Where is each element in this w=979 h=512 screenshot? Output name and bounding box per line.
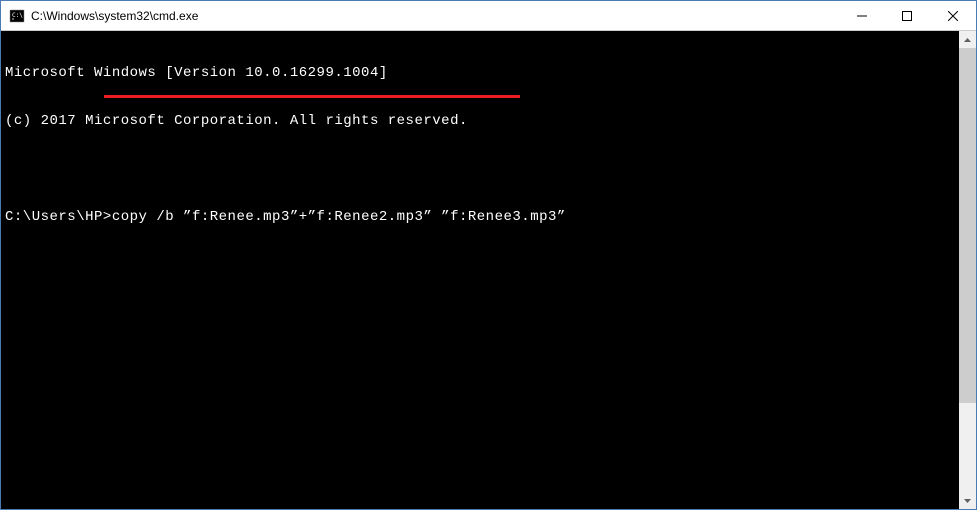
minimize-button[interactable] — [839, 1, 884, 30]
cmd-icon: C:\ — [9, 8, 25, 24]
terminal-area: Microsoft Windows [Version 10.0.16299.10… — [1, 31, 976, 509]
terminal[interactable]: Microsoft Windows [Version 10.0.16299.10… — [1, 31, 959, 509]
red-underline-annotation — [104, 95, 520, 98]
terminal-line: (c) 2017 Microsoft Corporation. All righ… — [5, 113, 955, 129]
scroll-up-arrow-icon[interactable] — [959, 31, 976, 48]
close-button[interactable] — [929, 1, 976, 30]
titlebar[interactable]: C:\ C:\Windows\system32\cmd.exe — [1, 1, 976, 31]
cmd-window: C:\ C:\Windows\system32\cmd.exe Microsof… — [0, 0, 977, 510]
scroll-down-arrow-icon[interactable] — [959, 492, 976, 509]
terminal-line — [5, 161, 955, 177]
window-controls — [839, 1, 976, 30]
prompt: C:\Users\HP> — [5, 209, 112, 225]
scroll-thumb[interactable] — [959, 48, 976, 403]
command-text: copy /b ”f:Renee.mp3”+”f:Renee2.mp3” ”f:… — [112, 209, 566, 225]
vertical-scrollbar[interactable] — [959, 31, 976, 509]
scroll-track[interactable] — [959, 48, 976, 492]
terminal-line: Microsoft Windows [Version 10.0.16299.10… — [5, 65, 955, 81]
terminal-command-line: C:\Users\HP>copy /b ”f:Renee.mp3”+”f:Ren… — [5, 209, 955, 225]
window-title: C:\Windows\system32\cmd.exe — [31, 9, 839, 23]
svg-text:C:\: C:\ — [12, 12, 23, 19]
maximize-button[interactable] — [884, 1, 929, 30]
